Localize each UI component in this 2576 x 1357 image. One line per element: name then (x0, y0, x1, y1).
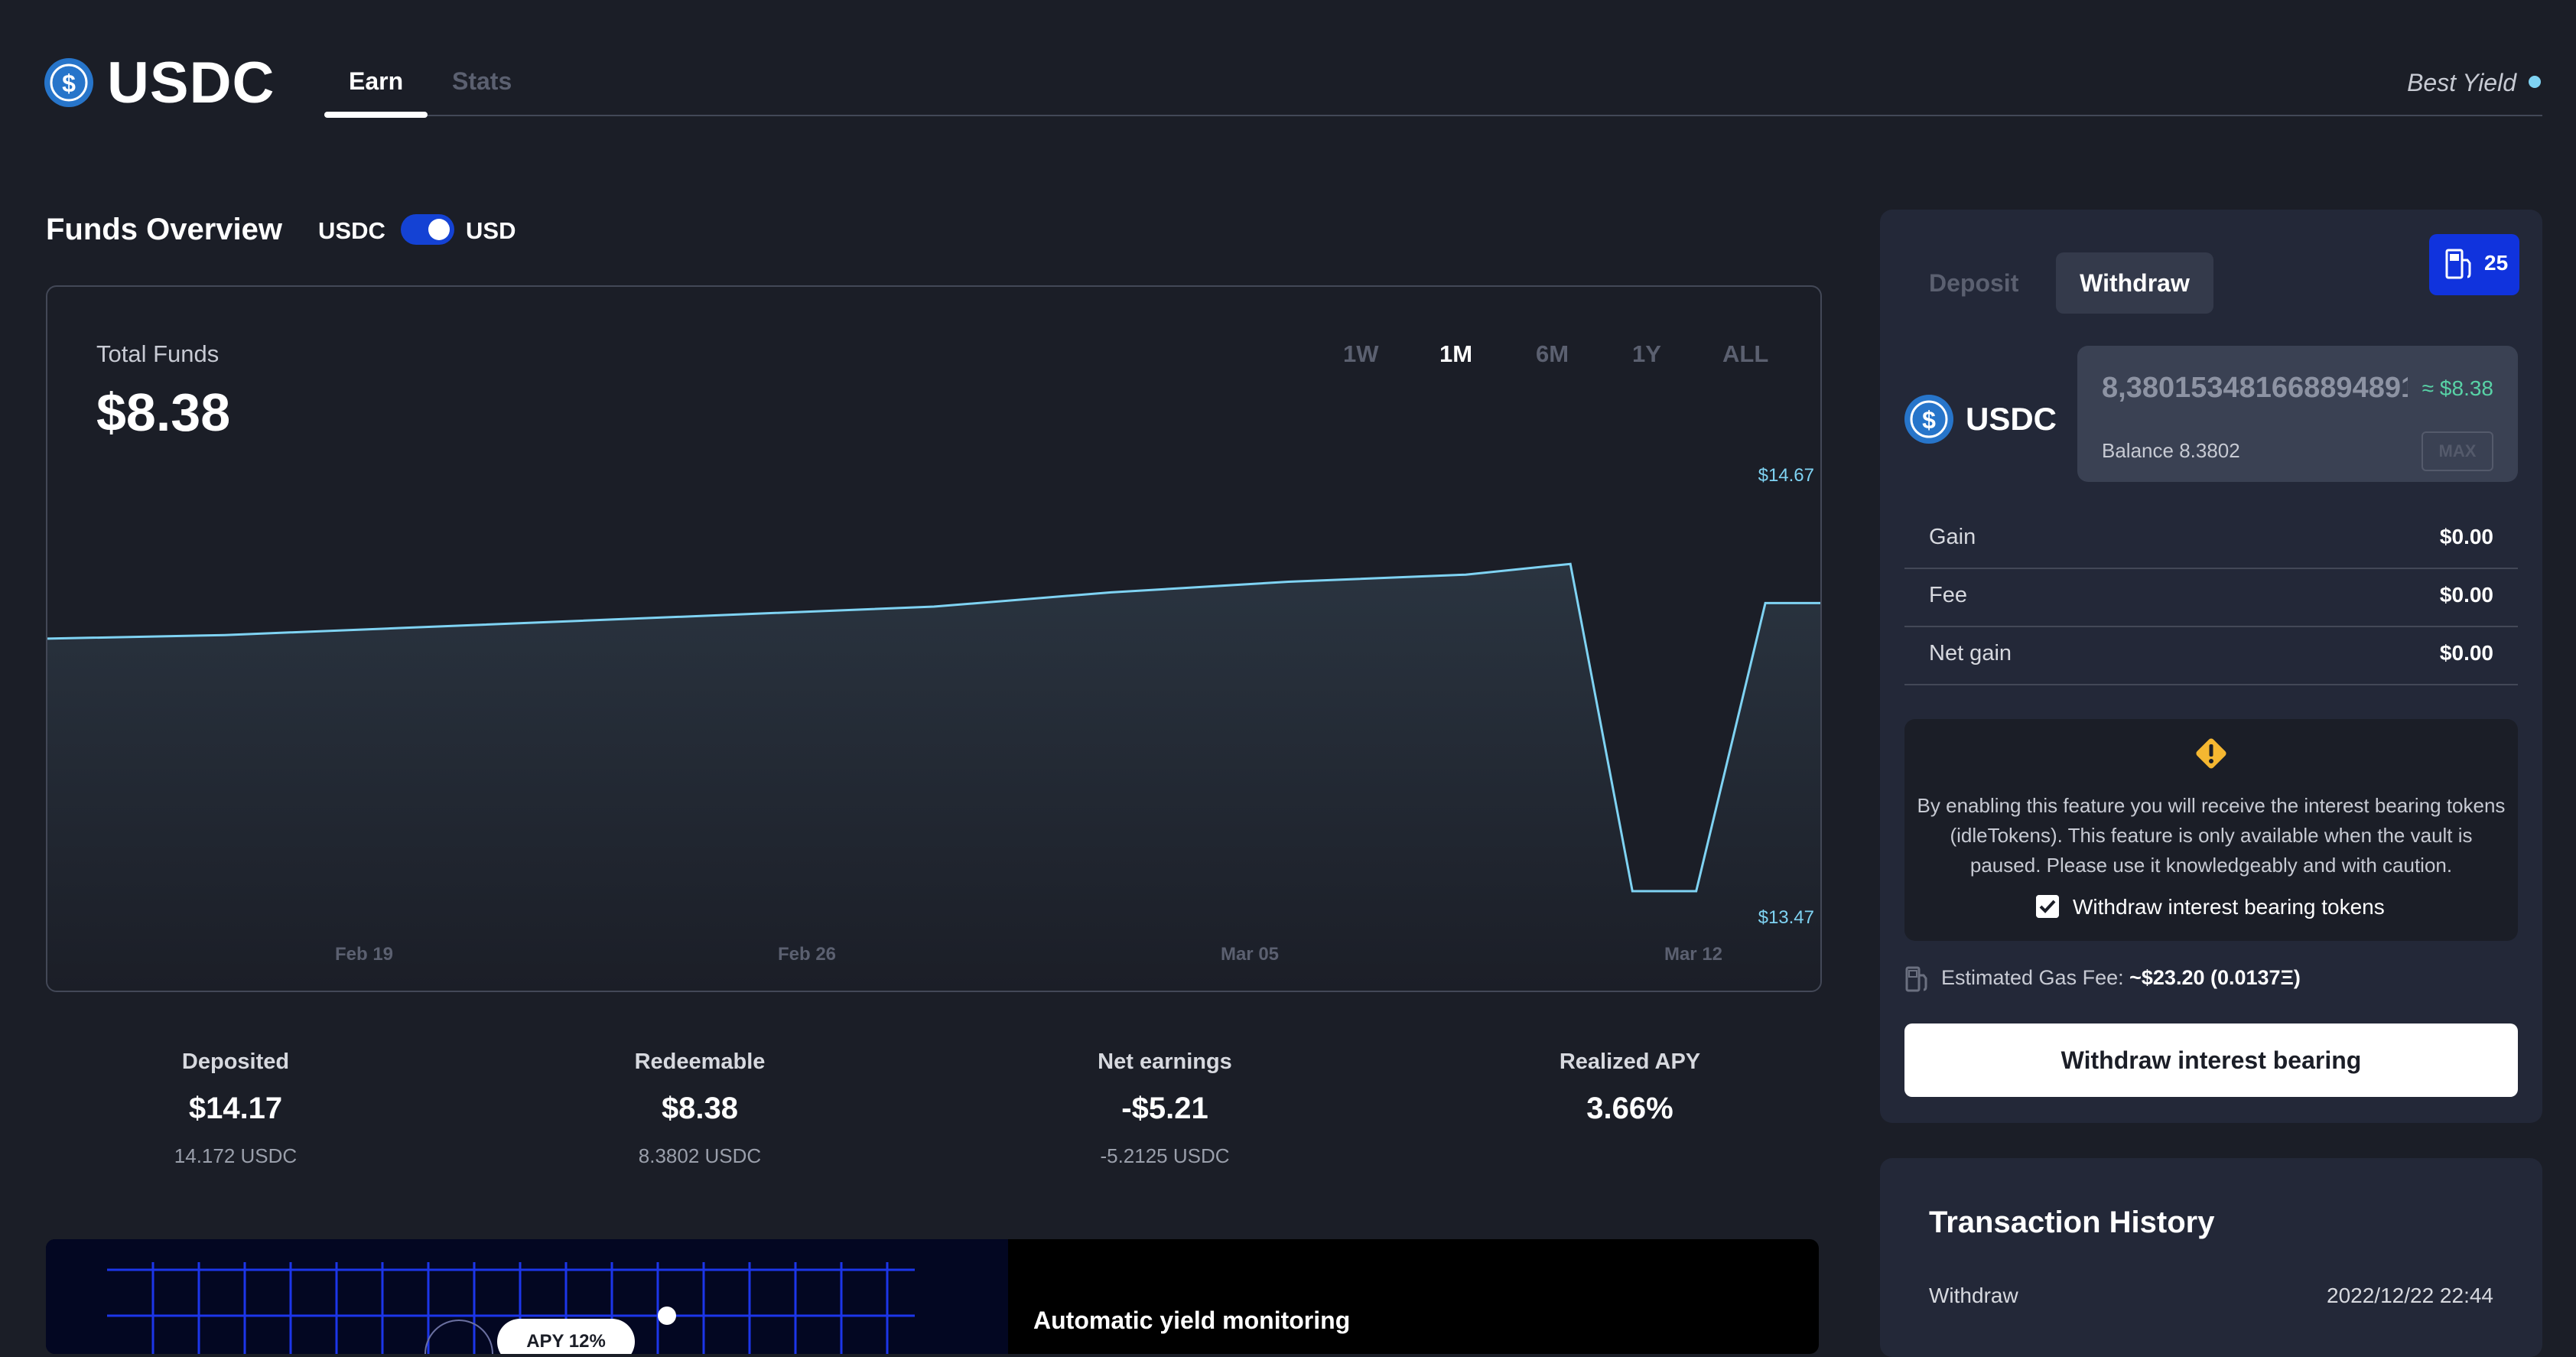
row-label: Gain (1929, 525, 1976, 549)
warning-notice: By enabling this feature you will receiv… (1904, 719, 2518, 941)
status-dot-icon (2529, 76, 2541, 88)
usdc-logo-icon: $ (44, 58, 93, 107)
stat-sub: 14.172 USDC (174, 1144, 298, 1167)
stat-title: Deposited (181, 1049, 290, 1074)
chart-min-label: $13.47 (1758, 907, 1814, 928)
stat-value: -$5.21 (1121, 1092, 1208, 1125)
history-item-type[interactable]: Withdraw (1929, 1284, 2018, 1308)
row-value: $0.00 (2439, 525, 2493, 548)
gas-pump-icon (2445, 249, 2471, 279)
section-title: Funds Overview (46, 213, 282, 246)
x-tick-label: Feb 19 (335, 944, 393, 965)
row-value: $0.00 (2439, 583, 2493, 607)
svg-text:$: $ (1922, 406, 1936, 434)
transaction-history: Transaction History Withdraw 2022/12/22 … (1880, 1158, 2542, 1357)
summary-row-gain: Gain $0.00 (1904, 509, 2518, 569)
action-panel: Deposit Withdraw 25 $ USDC 8,38015348166… (1880, 210, 2542, 1123)
stat-value: $14.17 (188, 1092, 283, 1125)
stat-title: Realized APY (1559, 1049, 1701, 1074)
tab-stats[interactable]: Stats (452, 66, 512, 96)
active-tab-indicator (324, 112, 428, 118)
summary-row-fee: Fee $0.00 (1904, 568, 2518, 627)
amount-input[interactable]: 8,380153481668894891 (2102, 372, 2408, 405)
stat-title: Redeemable (634, 1049, 766, 1074)
history-title: Transaction History (1929, 1206, 2215, 1239)
stat-value: $8.38 (661, 1092, 739, 1125)
funds-chart[interactable]: $14.67 $13.47 Feb 19 Feb 26 Mar 05 Mar 12 (47, 287, 1820, 991)
gas-fee-value: ~$23.20 (0.0137Ξ) (2129, 966, 2301, 990)
amount-usd-value: ≈ $8.38 (2422, 376, 2493, 400)
stat-redeemable: Redeemable $8.38 8.3802 USDC (509, 1049, 891, 1168)
stat-value: 3.66% (1586, 1092, 1673, 1125)
currency-toggle[interactable] (401, 214, 454, 245)
toggle-knob (428, 219, 450, 240)
apy-pill: APY 12% (497, 1319, 635, 1354)
chart-area (47, 564, 1820, 991)
withdraw-button[interactable]: Withdraw interest bearing (1904, 1023, 2518, 1097)
amount-input-box[interactable]: 8,380153481668894891 ≈ $8.38 Balance 8.3… (2077, 346, 2518, 482)
balance-value: 8.3802 (2179, 439, 2240, 462)
header-divider (324, 115, 2542, 116)
balance-label: Balance (2102, 439, 2174, 462)
row-label: Net gain (1929, 641, 2012, 665)
checkbox-checked-icon[interactable] (2036, 895, 2059, 918)
banner-title: Automatic yield monitoring (1033, 1307, 1351, 1334)
chart-max-label: $14.67 (1758, 465, 1814, 486)
max-button[interactable]: MAX (2422, 431, 2493, 471)
checkbox-label[interactable]: Withdraw interest bearing tokens (2073, 895, 2385, 919)
summary-row-net-gain: Net gain $0.00 (1904, 626, 2518, 685)
asset-name[interactable]: USDC (1966, 401, 2057, 438)
toggle-label-usdc: USDC (318, 217, 385, 244)
strategy-label[interactable]: Best Yield (2407, 69, 2516, 97)
x-tick-label: Mar 12 (1664, 944, 1722, 965)
balance-text: Balance 8.3802 (2102, 439, 2240, 463)
warning-icon (2196, 738, 2226, 769)
row-value: $0.00 (2439, 641, 2493, 665)
toggle-label-usd: USD (466, 217, 516, 244)
svg-text:$: $ (62, 70, 76, 97)
stat-realized-apy: Realized APY 3.66% (1439, 1049, 1821, 1144)
chart-card: Total Funds $8.38 1W 1M 6M 1Y ALL $14.67… (46, 285, 1822, 992)
gas-pump-icon (1905, 966, 1927, 992)
usdc-coin-icon: $ (1904, 395, 1953, 444)
tab-earn[interactable]: Earn (349, 66, 403, 96)
x-tick-label: Feb 26 (778, 944, 836, 965)
tab-withdraw[interactable]: Withdraw (2056, 252, 2213, 314)
gas-fee-label: Estimated Gas Fee: (1941, 966, 2124, 990)
stat-title: Net earnings (1098, 1049, 1232, 1074)
stat-net-earnings: Net earnings -$5.21 -5.2125 USDC (974, 1049, 1356, 1168)
stat-deposited: Deposited $14.17 14.172 USDC (44, 1049, 427, 1168)
gas-settings-button[interactable]: 25 (2429, 234, 2519, 295)
row-label: Fee (1929, 583, 1967, 607)
notice-text: By enabling this feature you will receiv… (1917, 794, 2506, 877)
promo-banner[interactable]: APY 12% Automatic yield monitoring (46, 1239, 1819, 1354)
gas-count: 25 (2484, 251, 2509, 275)
history-item-date: 2022/12/22 22:44 (2327, 1284, 2493, 1307)
gas-fee-estimate: Estimated Gas Fee: ~$23.20 (0.0137Ξ) (1904, 965, 2301, 993)
tab-deposit[interactable]: Deposit (1929, 252, 2018, 314)
x-tick-label: Mar 05 (1221, 944, 1279, 965)
stat-sub: -5.2125 USDC (1100, 1144, 1230, 1167)
app-title: USDC (107, 50, 275, 116)
stat-sub: 8.3802 USDC (638, 1144, 762, 1167)
